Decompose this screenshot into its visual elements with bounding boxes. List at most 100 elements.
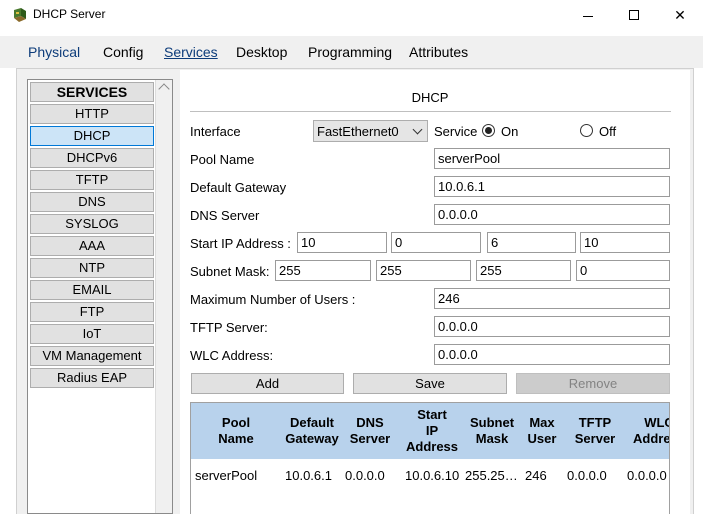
cell-subnet-mask: 255.25… [465, 468, 518, 483]
sidebar-item-dhcp[interactable]: DHCP [30, 126, 154, 146]
sidebar-item-vm-management[interactable]: VM Management [30, 346, 154, 366]
add-button[interactable]: Add [191, 373, 344, 394]
header-line: Mask [475, 431, 509, 446]
header-text: Default Gateway [285, 415, 338, 447]
subnet-mask-label: Subnet Mask: [190, 264, 270, 279]
wlc-address-label: WLC Address: [190, 348, 274, 363]
sidebar-item-iot[interactable]: IoT [30, 324, 154, 344]
header-line: IP [425, 423, 439, 438]
header-line: DNS [356, 415, 384, 430]
dns-label: DNS Server [190, 208, 260, 223]
header-line: Address [405, 439, 459, 454]
sidebar-item-http[interactable]: HTTP [30, 104, 154, 124]
pool-table: Pool Name Default Gateway DNS Server Start I… [190, 402, 670, 514]
header-line: TFTP [578, 415, 612, 430]
interface-select[interactable]: FastEthernet0 [313, 120, 428, 142]
wlc-address-field[interactable]: 0.0.0.0 [434, 344, 670, 365]
start-ip-octet-1[interactable]: 10 [297, 232, 387, 253]
cell-dns-server: 0.0.0.0 [345, 468, 385, 483]
services-list: SERVICES HTTP DHCP DHCPv6 TFTP DNS SYSLO… [30, 82, 154, 390]
service-label: Service [434, 124, 478, 139]
sidebar-item-radius-eap[interactable]: Radius EAP [30, 368, 154, 388]
sidebar-item-dns[interactable]: DNS [30, 192, 154, 212]
sidebar-scrollbar[interactable] [155, 80, 172, 513]
sidebar-item-tftp[interactable]: TFTP [30, 170, 154, 190]
service-off-label: Off [599, 124, 617, 139]
col-subnet-mask[interactable]: Subnet Mask [467, 403, 517, 459]
header-line: Pool [221, 415, 251, 430]
header-line: Server [574, 431, 616, 446]
header-line: Default [289, 415, 335, 430]
subnet-mask-octet-4[interactable]: 0 [576, 260, 670, 281]
pool-name-field[interactable]: serverPool [434, 148, 670, 169]
save-button[interactable]: Save [353, 373, 507, 394]
tab-config[interactable]: Config [101, 44, 145, 66]
max-users-field[interactable]: 246 [434, 288, 670, 309]
start-ip-octet-4[interactable]: 10 [580, 232, 670, 253]
header-text: WLCAddress [632, 415, 670, 447]
start-ip-label: Start IP Address : [190, 236, 291, 251]
maximize-button[interactable] [611, 0, 657, 30]
header-line: Server [349, 431, 391, 446]
close-button[interactable]: ✕ [657, 0, 703, 30]
tftp-server-field[interactable]: 0.0.0.0 [434, 316, 670, 337]
tab-desktop[interactable]: Desktop [234, 44, 289, 66]
col-pool-name[interactable]: Pool Name [191, 403, 281, 459]
col-default-gateway[interactable]: Default Gateway [281, 403, 343, 459]
service-on-radio[interactable] [482, 124, 495, 137]
sidebar-item-dhcpv6[interactable]: DHCPv6 [30, 148, 154, 168]
header-text: Max User [528, 415, 557, 447]
header-text: Start IP Address [406, 407, 458, 455]
interface-value: FastEthernet0 [317, 124, 399, 139]
header-text: DNS Server [350, 415, 390, 447]
cell-tftp-server: 0.0.0.0 [567, 468, 607, 483]
tftp-server-label: TFTP Server: [190, 320, 268, 335]
pool-name-label: Pool Name [190, 152, 255, 167]
col-dns-server[interactable]: DNS Server [343, 403, 397, 459]
subnet-mask-octet-1[interactable]: 255 [275, 260, 371, 281]
cell-pool-name: serverPool [195, 468, 258, 483]
dns-field[interactable]: 0.0.0.0 [434, 204, 670, 225]
gateway-field[interactable]: 10.0.6.1 [434, 176, 670, 197]
tab-attributes[interactable]: Attributes [407, 44, 470, 66]
start-ip-octet-3[interactable]: 6 [487, 232, 576, 253]
header-line: Gateway [285, 431, 339, 446]
header-text: Pool Name [218, 415, 253, 447]
tab-bar: Physical Config Services Desktop Program… [0, 36, 703, 71]
tab-physical[interactable]: Physical [26, 44, 82, 66]
col-tftp-server[interactable]: TFTP Server [567, 403, 623, 459]
sidebar-item-email[interactable]: EMAIL [30, 280, 154, 300]
minimize-button[interactable] [565, 0, 611, 30]
service-off-radio[interactable] [580, 124, 593, 137]
title-bar: DHCP Server ✕ [0, 0, 703, 30]
tab-services[interactable]: Services [158, 44, 224, 71]
subnet-mask-octet-2[interactable]: 255 [376, 260, 471, 281]
col-wlc-address[interactable]: WLCAddress [623, 403, 670, 459]
header-text: Subnet Mask [470, 415, 514, 447]
header-line: Address [632, 431, 670, 446]
dhcp-panel: DHCP Interface FastEthernet0 Service On … [180, 70, 690, 514]
services-header: SERVICES [30, 82, 154, 102]
cell-wlc-address: 0.0.0.0 [627, 468, 667, 483]
window-title: DHCP Server [33, 7, 106, 21]
sidebar-item-aaa[interactable]: AAA [30, 236, 154, 256]
sidebar-item-syslog[interactable]: SYSLOG [30, 214, 154, 234]
sidebar-item-ftp[interactable]: FTP [30, 302, 154, 322]
header-line: User [527, 431, 557, 446]
cell-max-user: 246 [525, 468, 547, 483]
tab-programming[interactable]: Programming [306, 44, 394, 66]
header-line: WLC [644, 415, 669, 430]
col-start-ip[interactable]: Start IP Address [397, 403, 467, 459]
scroll-up-icon[interactable] [158, 83, 170, 95]
interface-label: Interface [190, 124, 241, 139]
start-ip-octet-2[interactable]: 0 [391, 232, 481, 253]
panel-title: DHCP [411, 90, 449, 105]
header-line: Max [529, 415, 555, 430]
col-max-user[interactable]: Max User [517, 403, 567, 459]
sidebar-item-ntp[interactable]: NTP [30, 258, 154, 278]
header-line: Subnet [469, 415, 515, 430]
subnet-mask-octet-3[interactable]: 255 [476, 260, 571, 281]
header-text: TFTP Server [575, 415, 615, 447]
gateway-label: Default Gateway [190, 180, 287, 195]
maximize-icon [629, 10, 639, 20]
